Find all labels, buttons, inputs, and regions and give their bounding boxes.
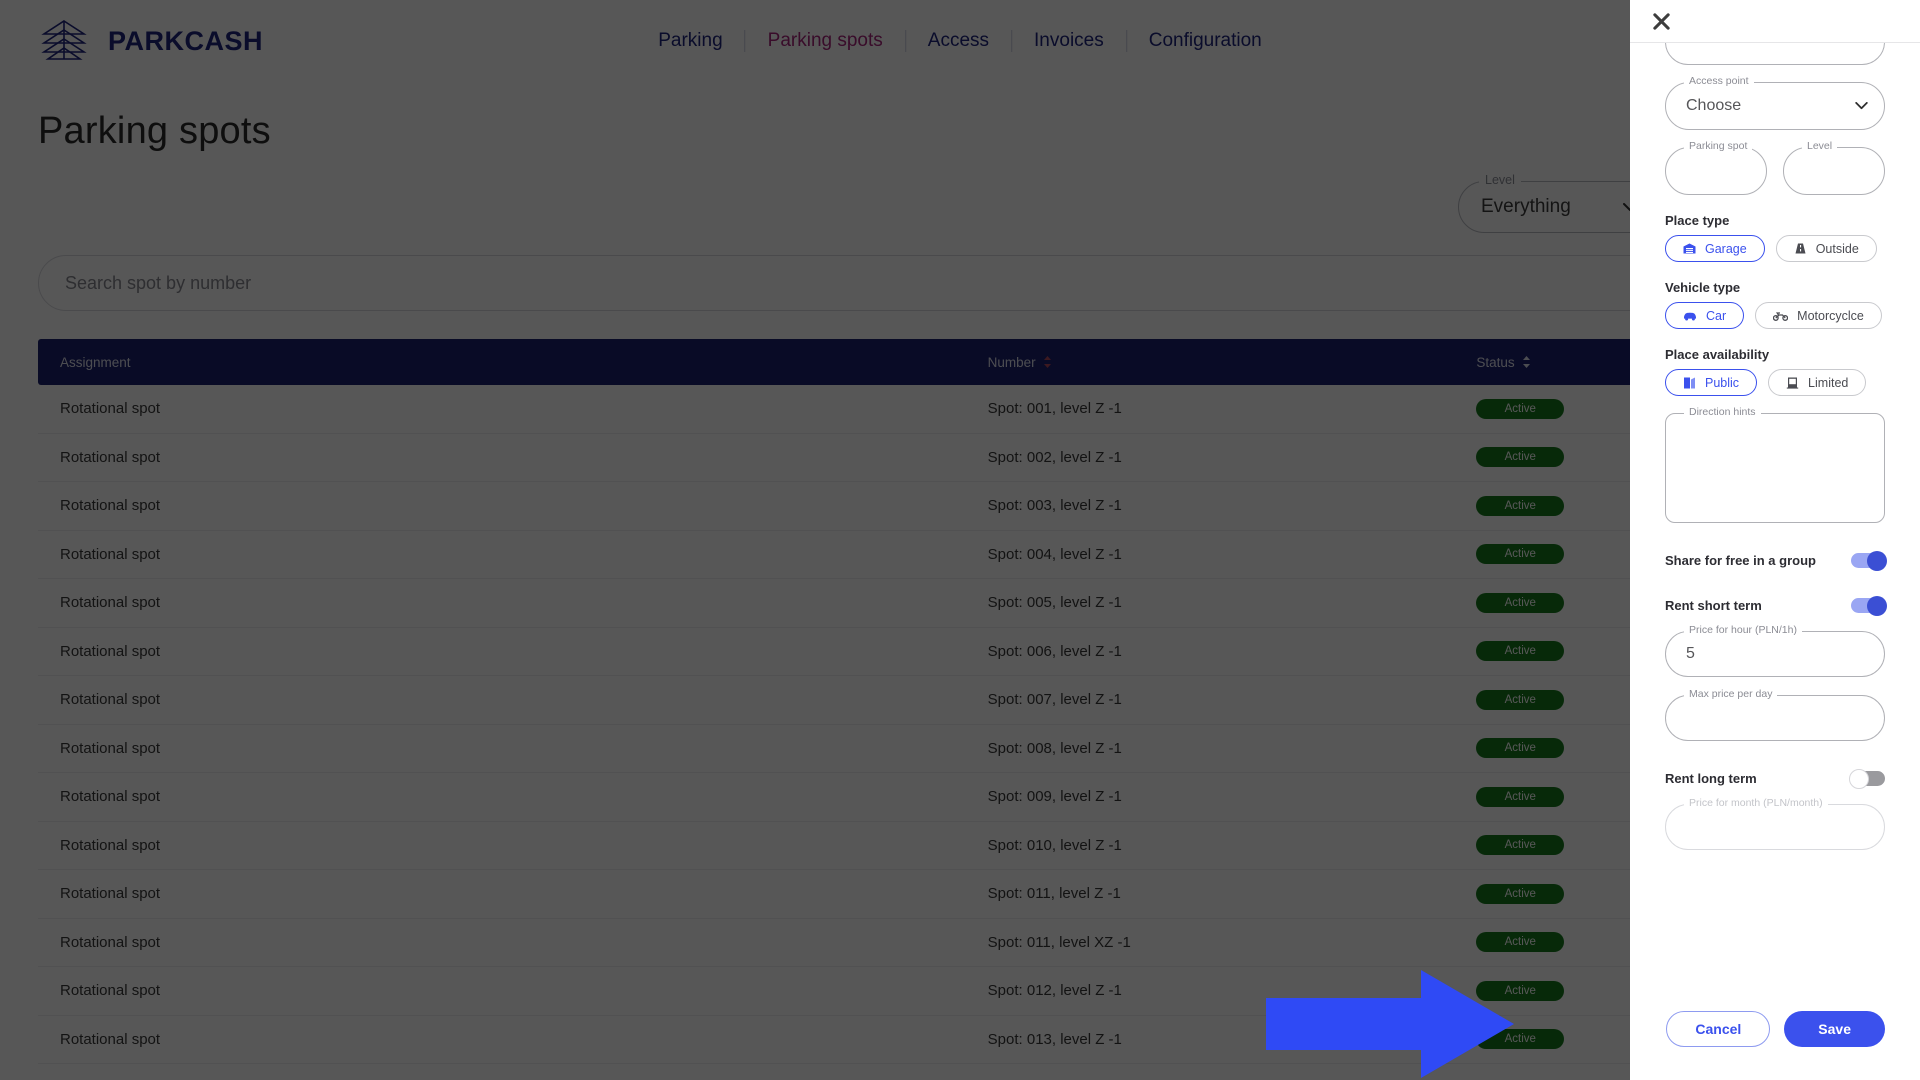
scrolled-field-partial[interactable] (1665, 43, 1885, 65)
place-type-label: Place type (1665, 213, 1885, 228)
closed-door-icon (1786, 377, 1799, 389)
rent-short-term-toggle[interactable] (1851, 598, 1885, 613)
place-availability-option-public-label: Public (1705, 376, 1739, 390)
price-for-hour-legend: Price for hour (PLN/1h) (1684, 624, 1802, 636)
vehicle-type-option-car[interactable]: Car (1665, 302, 1744, 329)
drawer-footer: Cancel Save (1630, 996, 1920, 1080)
garage-icon (1683, 243, 1696, 254)
car-icon (1683, 311, 1697, 321)
access-point-value: Choose (1666, 97, 1741, 115)
open-door-icon (1683, 377, 1696, 389)
price-for-hour-value: 5 (1666, 645, 1695, 663)
drawer-body: Access point Choose Parking spot Level P… (1630, 43, 1920, 996)
access-point-select[interactable]: Access point Choose (1665, 82, 1885, 130)
vehicle-type-label: Vehicle type (1665, 280, 1885, 295)
cancel-button[interactable]: Cancel (1666, 1011, 1770, 1047)
direction-hints-textarea[interactable]: Direction hints (1665, 413, 1885, 523)
toggle-knob (1867, 551, 1887, 571)
rent-long-term-row: Rent long term (1665, 771, 1885, 786)
direction-hints-legend: Direction hints (1684, 406, 1761, 418)
place-type-options: Garage Outside (1665, 235, 1885, 262)
vehicle-type-option-car-label: Car (1706, 309, 1726, 323)
price-for-month-input: Price for month (PLN/month) (1665, 804, 1885, 850)
vehicle-type-option-motorcycle[interactable]: Motorcyclce (1755, 302, 1882, 329)
place-availability-option-limited[interactable]: Limited (1768, 369, 1866, 396)
rent-short-term-label: Rent short term (1665, 598, 1762, 613)
edit-parking-spot-drawer: Access point Choose Parking spot Level P… (1630, 0, 1920, 1080)
drawer-header (1630, 0, 1920, 43)
access-point-legend: Access point (1684, 75, 1754, 87)
level-legend: Level (1802, 140, 1837, 152)
share-for-free-row: Share for free in a group (1665, 553, 1885, 568)
chevron-down-icon (1855, 102, 1868, 110)
place-type-option-outside-label: Outside (1816, 242, 1859, 256)
place-type-option-garage[interactable]: Garage (1665, 235, 1765, 262)
motorcycle-icon (1773, 311, 1788, 321)
spot-level-row: Parking spot Level (1665, 147, 1885, 195)
place-availability-option-public[interactable]: Public (1665, 369, 1757, 396)
rent-short-term-row: Rent short term (1665, 598, 1885, 613)
vehicle-type-options: Car Motorcyclce (1665, 302, 1885, 329)
toggle-knob (1867, 596, 1887, 616)
road-icon (1794, 243, 1807, 254)
place-availability-options: Public Limited (1665, 369, 1885, 396)
place-availability-option-limited-label: Limited (1808, 376, 1848, 390)
save-button[interactable]: Save (1784, 1011, 1885, 1047)
parking-spot-input[interactable]: Parking spot (1665, 147, 1767, 195)
max-price-per-day-input[interactable]: Max price per day (1665, 695, 1885, 741)
share-for-free-toggle[interactable] (1851, 553, 1885, 568)
toggle-knob (1849, 769, 1869, 789)
parking-spot-legend: Parking spot (1684, 140, 1752, 152)
close-icon[interactable] (1652, 12, 1671, 31)
rent-long-term-label: Rent long term (1665, 771, 1757, 786)
price-for-month-legend: Price for month (PLN/month) (1684, 797, 1828, 809)
place-type-option-outside[interactable]: Outside (1776, 235, 1877, 262)
max-price-per-day-legend: Max price per day (1684, 688, 1777, 700)
rent-long-term-toggle[interactable] (1851, 771, 1885, 786)
vehicle-type-option-motorcycle-label: Motorcyclce (1797, 309, 1864, 323)
place-type-option-garage-label: Garage (1705, 242, 1747, 256)
share-for-free-label: Share for free in a group (1665, 553, 1816, 568)
place-availability-label: Place availability (1665, 347, 1885, 362)
price-for-hour-input[interactable]: Price for hour (PLN/1h) 5 (1665, 631, 1885, 677)
level-input[interactable]: Level (1783, 147, 1885, 195)
